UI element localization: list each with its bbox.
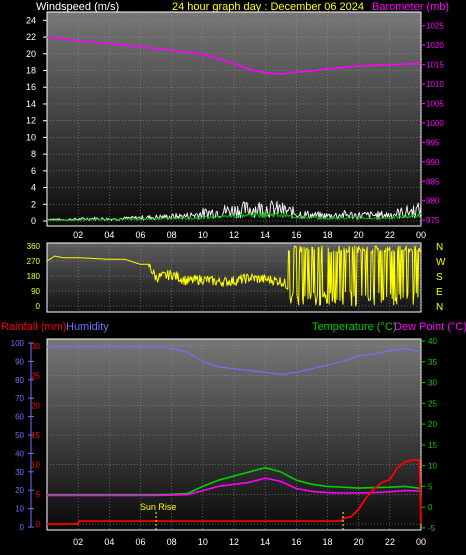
- temp-y-tick-10: 10: [428, 462, 437, 471]
- temp-x-tick-22: 22: [385, 537, 395, 547]
- baro-y-tick-980: 980: [426, 197, 440, 206]
- humidity-y-tick-30: 30: [15, 468, 24, 477]
- wind-y-tick-2: 2: [31, 199, 36, 209]
- humidity-y-tick-80: 80: [15, 376, 24, 385]
- dir-compass-N-0: N: [436, 242, 443, 253]
- wind-y-tick-12: 12: [26, 116, 36, 126]
- temp-x-tick-04: 04: [104, 537, 114, 547]
- baro-y-tick-1015: 1015: [426, 61, 444, 70]
- wind-y-tick-8: 8: [31, 149, 36, 159]
- dir-compass-S-2: S: [436, 272, 443, 283]
- wind-x-tick-02: 02: [73, 230, 83, 240]
- temp-x-tick-00: 00: [416, 537, 426, 547]
- temp-x-tick-06: 06: [135, 537, 145, 547]
- temp-y-tick-40: 40: [428, 337, 437, 346]
- humidity-y-tick-50: 50: [15, 431, 24, 440]
- wind-x-tick-12: 12: [229, 230, 239, 240]
- wind-x-tick-00: 00: [416, 230, 426, 240]
- rain-y-tick-5: 5: [36, 490, 41, 499]
- temp-y-tick-30: 30: [428, 379, 437, 388]
- baro-y-tick-985: 985: [426, 177, 440, 186]
- weather-graph: Windspeed (m/s) 24 hour graph day : Dece…: [1, 1, 466, 547]
- dir-compass-E-3: E: [436, 287, 443, 298]
- wind-y-tick-22: 22: [26, 32, 36, 42]
- baro-y-tick-1020: 1020: [426, 41, 444, 50]
- wind-x-tick-06: 06: [135, 230, 145, 240]
- temp-x-tick-12: 12: [229, 537, 239, 547]
- rain-y-tick-15: 15: [31, 431, 40, 440]
- rain-y-tick-20: 20: [31, 401, 40, 410]
- wind-x-tick-14: 14: [260, 230, 270, 240]
- humidity-y-tick-0: 0: [20, 523, 25, 532]
- temp-y-tick-5: 5: [428, 482, 433, 491]
- baro-y-tick-1005: 1005: [426, 99, 444, 108]
- temp-x-tick-16: 16: [291, 537, 301, 547]
- temp-y-tick-35: 35: [428, 358, 437, 367]
- wind-y-tick-16: 16: [26, 82, 36, 92]
- rain-y-tick-10: 10: [31, 461, 40, 470]
- wind-y-tick-20: 20: [26, 49, 36, 59]
- temp-x-tick-10: 10: [198, 537, 208, 547]
- dir-compass-W-1: W: [436, 257, 446, 268]
- dir-y-tick-180: 180: [27, 272, 41, 281]
- wind-x-tick-20: 20: [354, 230, 364, 240]
- humidity-legend-label: Humidity: [66, 321, 109, 333]
- wind-x-tick-18: 18: [322, 230, 332, 240]
- temp-y-tick-20: 20: [428, 420, 437, 429]
- rainfall-legend-label: Rainfall (mm): [1, 321, 66, 333]
- dewpoint-legend-label: Dew Point (°C): [394, 321, 466, 333]
- wind-y-tick-0: 0: [31, 216, 36, 226]
- chart-title: 24 hour graph day : December 06 2024: [172, 1, 364, 13]
- wind-y-tick-4: 4: [31, 183, 36, 193]
- wind-y-tick-24: 24: [26, 15, 36, 25]
- temp-x-tick-02: 02: [73, 537, 83, 547]
- barometer-axis-title: Barometer (mb): [372, 1, 449, 13]
- temp-x-tick-14: 14: [260, 537, 270, 547]
- rain-y-tick-0: 0: [36, 520, 41, 529]
- temp-x-tick-08: 08: [167, 537, 177, 547]
- wind-y-tick-14: 14: [26, 99, 36, 109]
- rain-y-tick-25: 25: [31, 372, 40, 381]
- wind-y-tick-18: 18: [26, 66, 36, 76]
- humidity-y-tick-20: 20: [15, 486, 24, 495]
- baro-y-tick-1010: 1010: [426, 80, 444, 89]
- temp-y-tick-25: 25: [428, 399, 437, 408]
- rain-y-tick-30: 30: [31, 342, 40, 351]
- baro-y-tick-1000: 1000: [426, 119, 444, 128]
- dir-compass-N-4: N: [436, 302, 443, 313]
- wind-x-tick-10: 10: [198, 230, 208, 240]
- temp-y-tick-0: 0: [428, 503, 433, 512]
- temp-x-tick-18: 18: [322, 537, 332, 547]
- temperature-legend-label: Temperature (°C): [312, 321, 396, 333]
- baro-y-tick-990: 990: [426, 158, 440, 167]
- dir-y-tick-90: 90: [31, 287, 40, 296]
- baro-y-tick-995: 995: [426, 138, 440, 147]
- temp-x-tick-20: 20: [354, 537, 364, 547]
- baro-y-tick-975: 975: [426, 216, 440, 225]
- temp-y-tick--5: -5: [428, 524, 436, 533]
- wind-x-tick-08: 08: [167, 230, 177, 240]
- humidity-y-tick-40: 40: [15, 449, 24, 458]
- humidity-y-tick-70: 70: [15, 394, 24, 403]
- wind-y-tick-10: 10: [26, 132, 36, 142]
- temp-y-tick-15: 15: [428, 441, 437, 450]
- dir-y-tick-360: 360: [27, 242, 41, 251]
- wind-x-tick-04: 04: [104, 230, 114, 240]
- windspeed-axis-title: Windspeed (m/s): [36, 1, 119, 13]
- wind-x-tick-16: 16: [291, 230, 301, 240]
- humidity-y-tick-10: 10: [15, 505, 24, 514]
- humidity-y-tick-90: 90: [15, 357, 24, 366]
- humidity-y-tick-100: 100: [11, 339, 25, 348]
- sunrise-label: Sun Rise: [140, 502, 177, 512]
- humidity-y-tick-60: 60: [15, 413, 24, 422]
- wind-y-tick-6: 6: [31, 166, 36, 176]
- dir-y-tick-270: 270: [27, 257, 41, 266]
- wind-x-tick-22: 22: [385, 230, 395, 240]
- baro-y-tick-1025: 1025: [426, 22, 444, 31]
- wind-panel-background: [46, 11, 422, 227]
- dir-y-tick-0: 0: [36, 302, 41, 311]
